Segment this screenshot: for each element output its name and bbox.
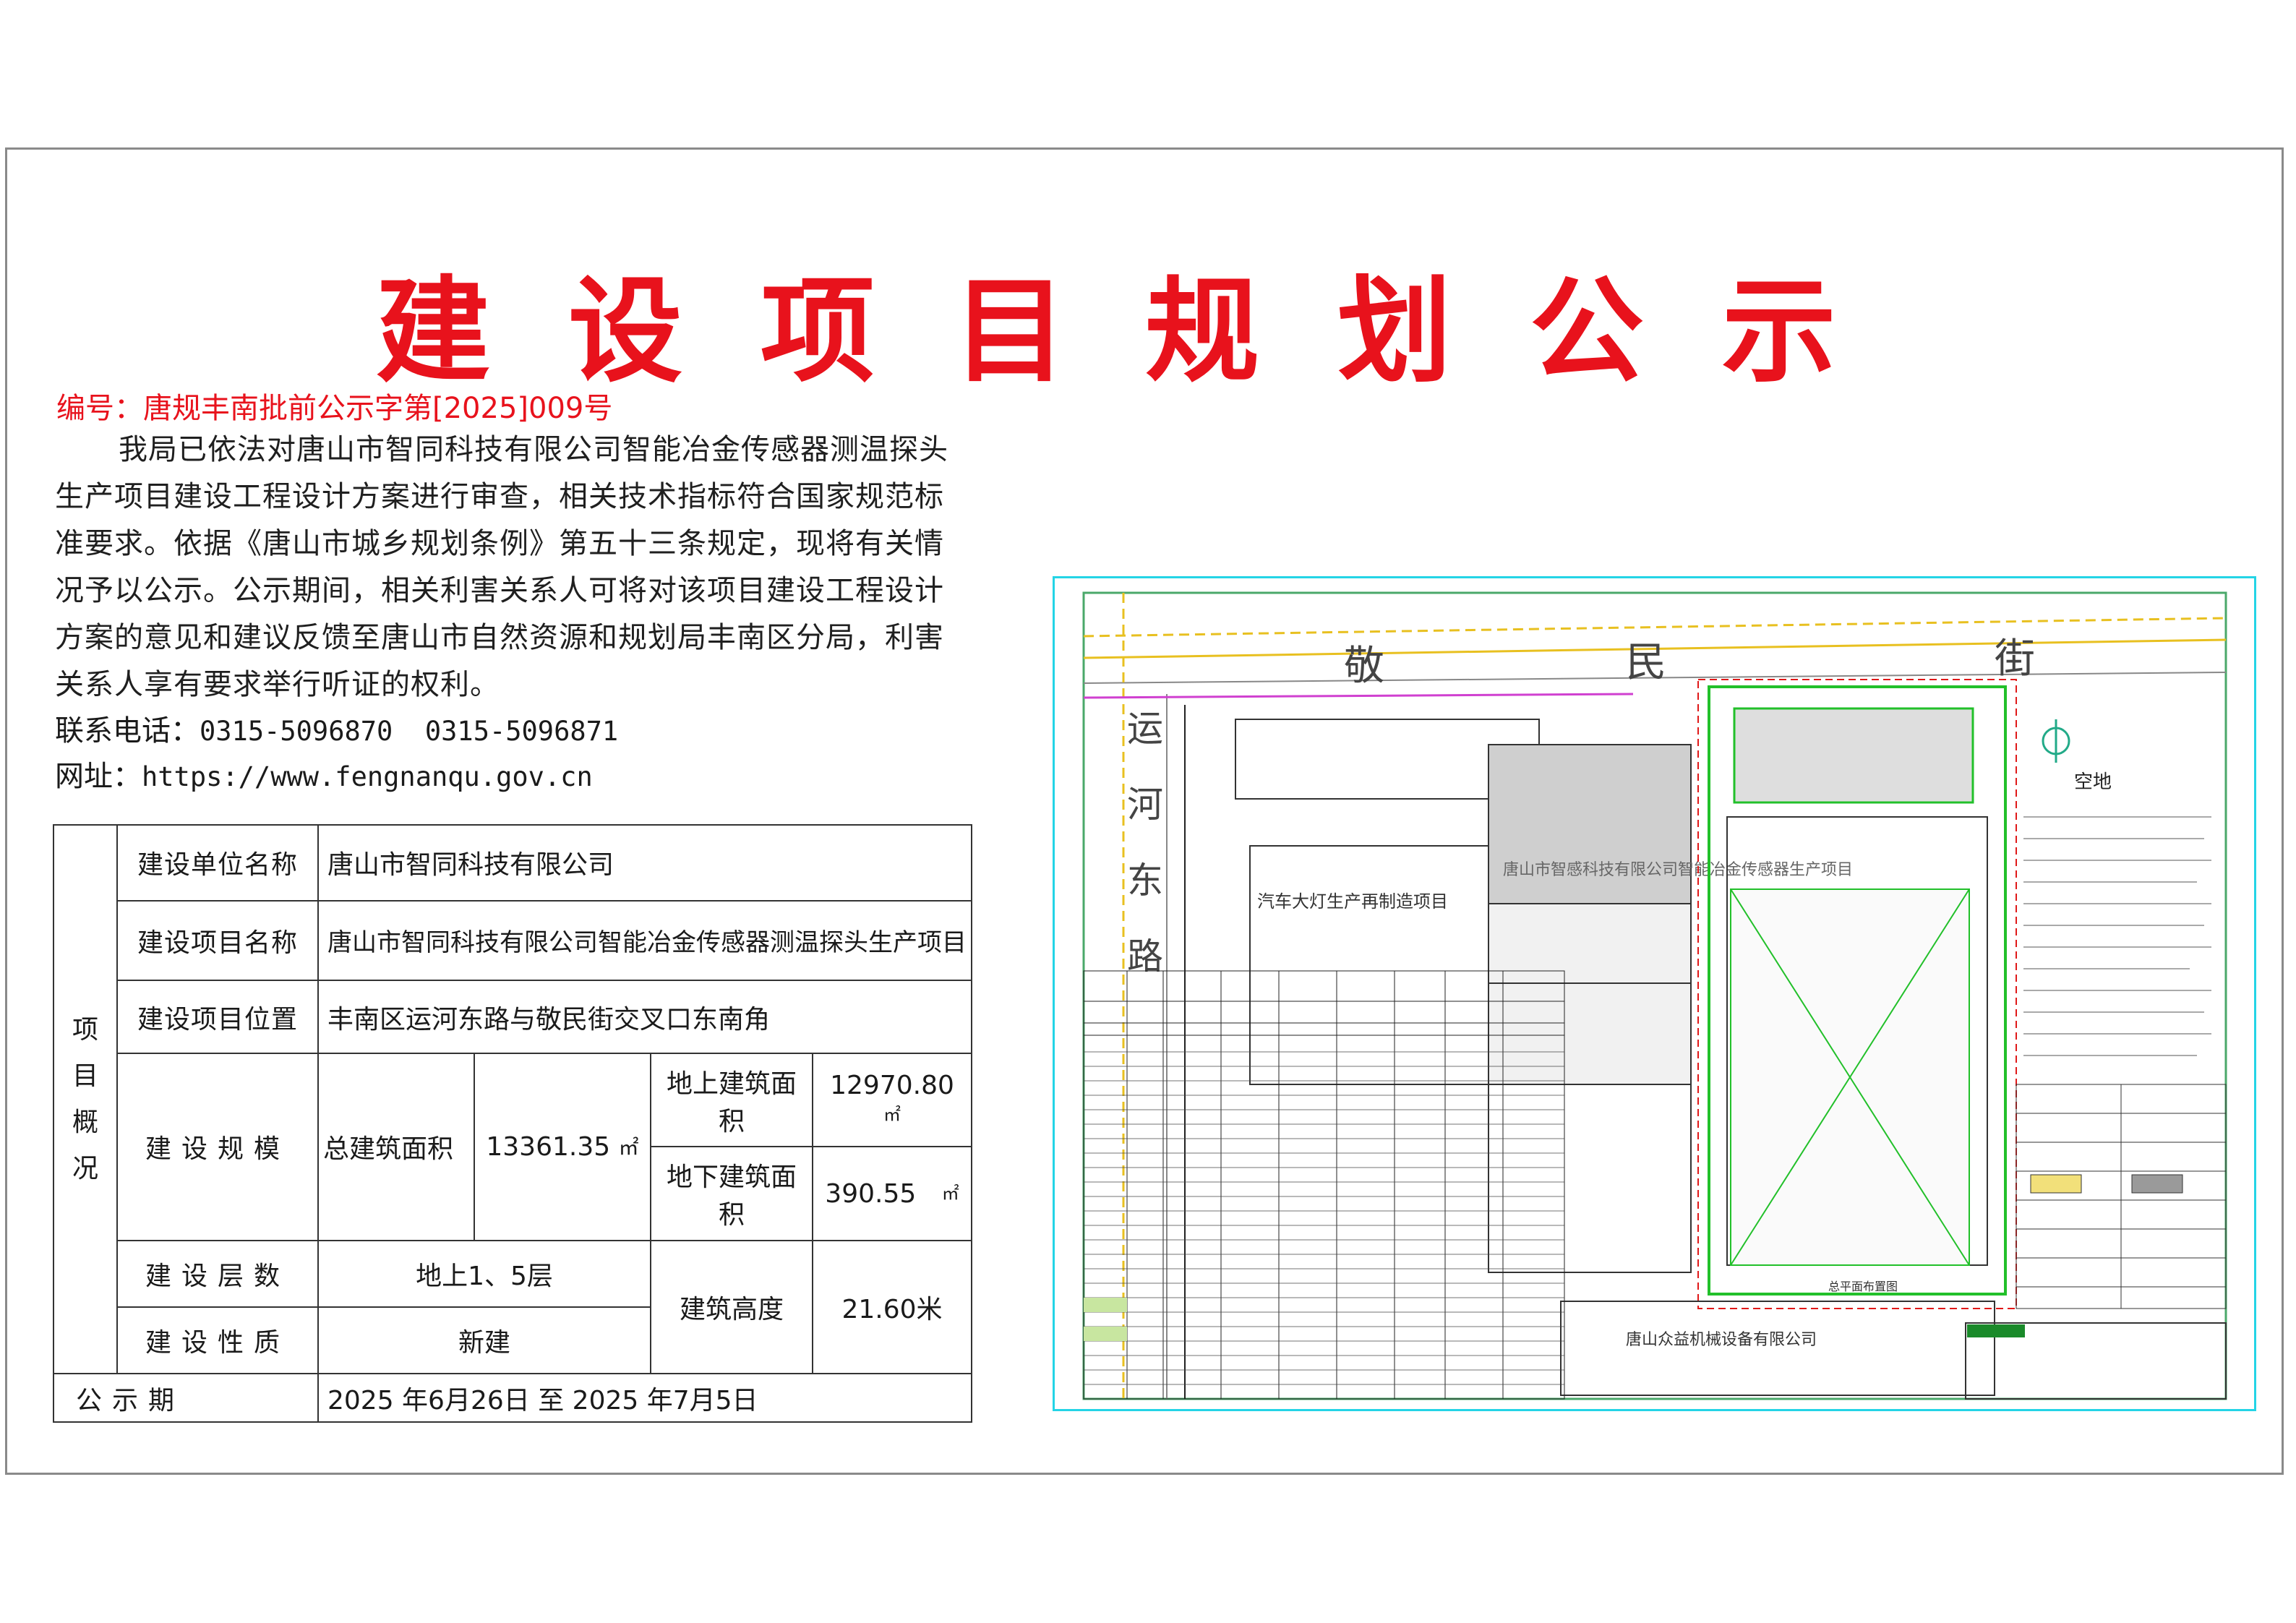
height-label: 建筑高度 xyxy=(650,1240,813,1375)
nature-label: 建设性质 xyxy=(116,1306,319,1375)
project-name-label: 建设项目名称 xyxy=(116,899,319,982)
unit-value: 唐山市智同科技有限公司 xyxy=(317,824,973,902)
contact-phone: 联系电话：0315-5096870 0315-5096871 xyxy=(55,707,618,749)
phone-label: 联系电话： xyxy=(55,714,200,748)
total-area-label: 总建筑面积 xyxy=(317,1052,475,1242)
unit-label: 建设单位名称 xyxy=(116,824,319,902)
road-north-part3: 街 xyxy=(1995,635,2035,682)
total-area-unit: ㎡ xyxy=(618,1135,639,1160)
road-west-char1: 运 xyxy=(1127,708,1163,750)
above-area-label: 地上建筑面积 xyxy=(650,1052,813,1148)
floors-value: 地上1、5层 xyxy=(317,1240,651,1309)
height-value: 21.60米 xyxy=(811,1240,973,1375)
below-area-label: 地下建筑面积 xyxy=(650,1146,813,1242)
notice-body: 我局已依法对唐山市智同科技有限公司智能冶金传感器测温探头生产项目建设工程设计方案… xyxy=(55,433,948,701)
web-url-link[interactable]: https://www.fengnanqu.gov.cn xyxy=(142,761,593,792)
project-name-value: 唐山市智同科技有限公司智能冶金传感器测温探头生产项目 xyxy=(317,899,973,982)
below-area-value: 390.55 xyxy=(825,1178,917,1209)
web-label: 网址： xyxy=(55,760,142,793)
location-value: 丰南区运河东路与敬民街交叉口东南角 xyxy=(317,980,973,1054)
scale-label: 建设规模 xyxy=(116,1052,319,1242)
document-number: 编号：唐规丰南批前公示字第[2025]009号 xyxy=(56,392,613,425)
site-plan-svg: 敬 民 街 运 河 东 路 汽车大灯生产再制造项目 唐山市智感科技有限公司智能冶… xyxy=(1082,591,2227,1400)
site-label: 唐山市智感科技有限公司智能冶金传感器生产项目 xyxy=(1503,861,1853,879)
location-label: 建设项目位置 xyxy=(116,980,319,1054)
phone-value: 0315-5096870 0315-5096871 xyxy=(200,716,619,747)
road-west-char2: 河 xyxy=(1127,784,1163,826)
period-value: 2025 年6月26日 至 2025 年7月5日 xyxy=(317,1373,973,1423)
project-overview-table: 项目概况 建设单位名称 唐山市智同科技有限公司 建设项目名称 唐山市智同科技有限… xyxy=(53,823,973,1423)
empty-land-label: 空地 xyxy=(2074,771,2112,793)
nature-value: 新建 xyxy=(317,1306,651,1375)
below-area-unit: ㎡ xyxy=(941,1183,959,1204)
page-title: 建设项目规划公示 xyxy=(376,265,1914,398)
above-area-unit: ㎡ xyxy=(883,1104,901,1125)
floors-label: 建设层数 xyxy=(116,1240,319,1309)
above-area-value: 12970.80 xyxy=(830,1070,954,1100)
road-north-part2: 民 xyxy=(1626,639,1666,686)
overview-side-label: 项目概况 xyxy=(53,823,118,1375)
above-area-cell: 12970.80 ㎡ xyxy=(811,1052,973,1148)
neighbor-south-label: 唐山众益机械设备有限公司 xyxy=(1626,1331,1817,1349)
period-label: 公示期 xyxy=(53,1373,319,1423)
road-west-char3: 东 xyxy=(1127,860,1163,902)
plan-title-label: 总平面布置图 xyxy=(1828,1280,1898,1293)
below-area-cell: 390.55 ㎡ xyxy=(811,1146,973,1242)
site-plan-drawing: 敬 民 街 运 河 东 路 汽车大灯生产再制造项目 唐山市智感科技有限公司智能冶… xyxy=(1053,576,2256,1411)
total-area-value: 13361.35 xyxy=(486,1131,611,1162)
total-area-cell: 13361.35 ㎡ xyxy=(474,1052,651,1242)
neighbor-west-label: 汽车大灯生产再制造项目 xyxy=(1257,891,1448,912)
contact-web: 网址：https://www.fengnanqu.gov.cn xyxy=(55,753,593,795)
road-north-part1: 敬 xyxy=(1344,643,1384,690)
